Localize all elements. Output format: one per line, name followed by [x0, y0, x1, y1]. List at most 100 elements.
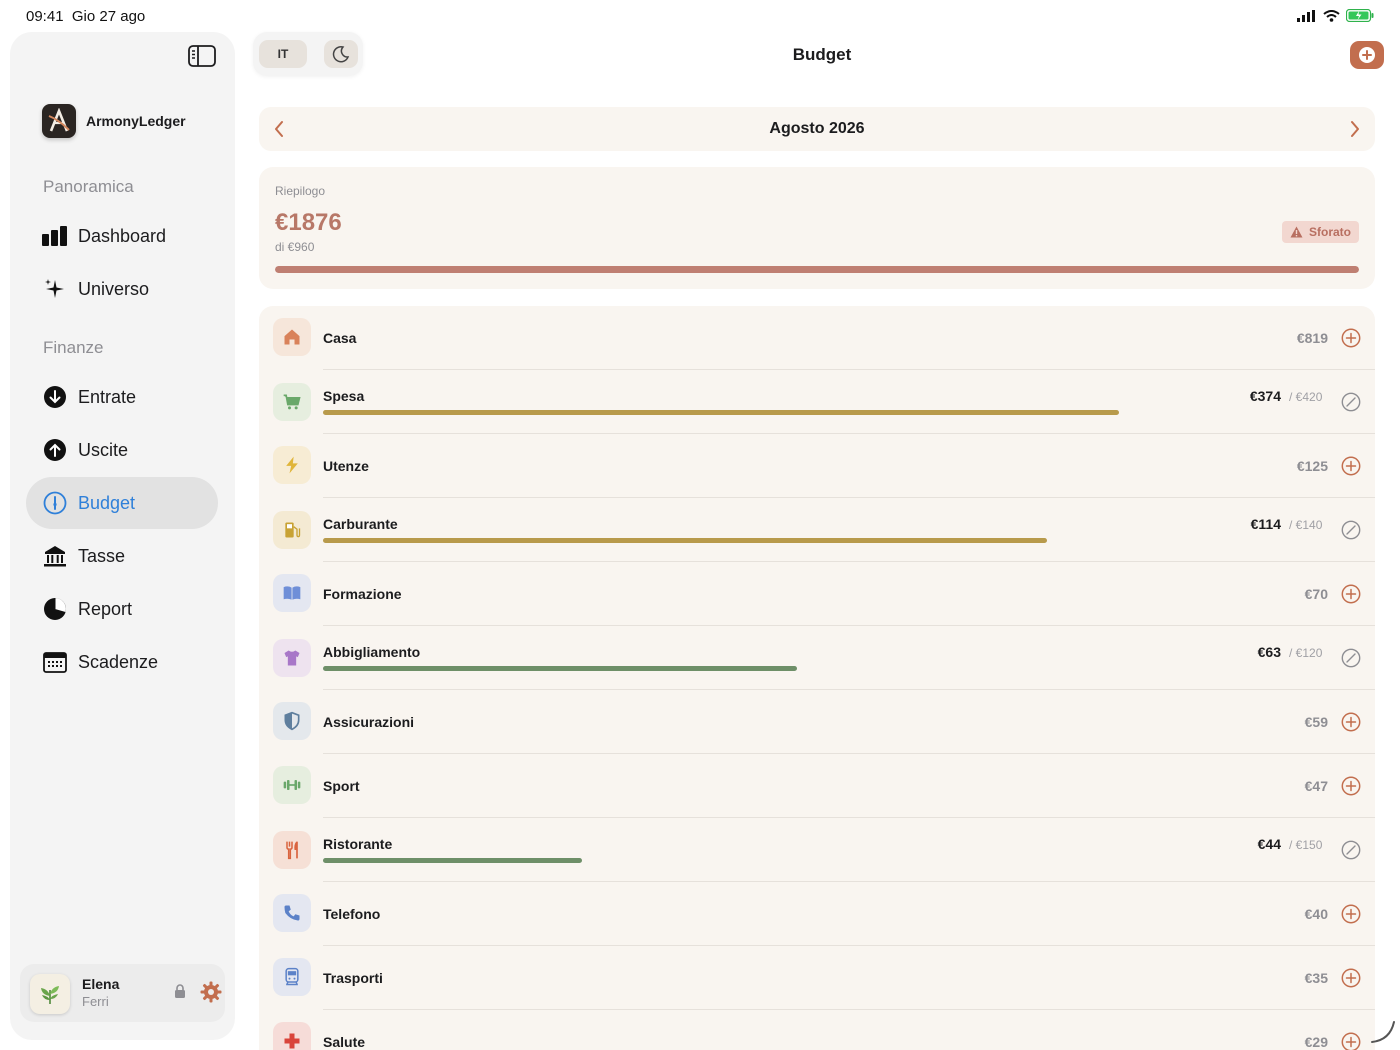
add-budget-button[interactable] [1341, 712, 1361, 732]
category-amount: €59 [1304, 714, 1328, 730]
sidebar-item-report[interactable]: Report [26, 583, 218, 635]
category-limit: / €150 [1289, 838, 1323, 852]
category-row-abbigliamento[interactable]: Abbigliamento €63 / €120 [259, 626, 1375, 690]
add-budget-button[interactable] [1341, 456, 1361, 476]
category-name: Formazione [323, 586, 402, 602]
category-amount: €47 [1304, 778, 1328, 794]
category-icon [273, 511, 311, 549]
fork-knife-icon [286, 841, 298, 860]
month-label: Agosto 2026 [769, 120, 865, 137]
edit-budget-button[interactable] [1341, 392, 1361, 412]
category-row-utenze[interactable]: Utenze €125 [259, 434, 1375, 498]
category-row-assicurazioni[interactable]: Assicurazioni €59 [259, 690, 1375, 754]
category-amount: €819 [1296, 330, 1328, 346]
arrow-down-circle-icon [42, 384, 68, 410]
summary-budget-total: di €960 [275, 240, 315, 254]
sidebar-item-entrate[interactable]: Entrate [26, 371, 218, 423]
sidebar-item-label: Universo [78, 278, 150, 299]
sidebar-item-tasse[interactable]: Tasse [26, 530, 218, 582]
add-budget-button[interactable] [1341, 1032, 1361, 1050]
phone-icon [284, 905, 300, 921]
sidebar-item-scadenze[interactable]: Scadenze [26, 636, 218, 688]
category-amount: €125 [1296, 458, 1328, 474]
category-row-ristorante[interactable]: Ristorante €44 / €150 [259, 818, 1375, 882]
sidebar-item-budget[interactable]: Budget [26, 477, 218, 529]
category-progress-bar [323, 858, 1217, 863]
category-row-formazione[interactable]: Formazione €70 [259, 562, 1375, 626]
add-budget-button[interactable] [1341, 968, 1361, 988]
category-row-trasporti[interactable]: Trasporti €35 [259, 946, 1375, 1010]
category-progress-fill [323, 666, 797, 671]
category-icon [273, 894, 311, 932]
resize-handle-icon[interactable] [1370, 1018, 1396, 1044]
category-name: Telefono [323, 906, 381, 922]
sidebar-item-label: Dashboard [78, 225, 167, 246]
category-row-casa[interactable]: Casa €819 [259, 306, 1375, 370]
add-budget-button[interactable] [1341, 584, 1361, 604]
add-button[interactable] [1350, 41, 1384, 69]
category-limit: / €140 [1289, 518, 1323, 532]
status-icons [1297, 9, 1374, 22]
category-list: Casa €819 Spesa €374 / €420 Utenze €125 Carb… [259, 306, 1375, 1050]
app-name: ArmonyLedger [86, 113, 186, 129]
edit-budget-button[interactable] [1341, 840, 1361, 860]
category-name: Spesa [323, 388, 365, 404]
category-progress-bar [323, 666, 1217, 671]
add-budget-button[interactable] [1341, 904, 1361, 924]
category-name: Trasporti [323, 970, 383, 986]
category-row-salute[interactable]: Salute €29 [259, 1010, 1375, 1050]
add-budget-button[interactable] [1341, 328, 1361, 348]
category-row-spesa[interactable]: Spesa €374 / €420 [259, 370, 1375, 434]
status-badge-label: Sforato [1309, 225, 1351, 239]
warning-icon [1290, 226, 1303, 238]
cart-icon [283, 394, 301, 410]
sparkles-icon [42, 276, 68, 302]
category-progress-bar [323, 538, 1217, 543]
leaf-icon [41, 986, 59, 1004]
pie-chart-icon [42, 596, 68, 622]
category-icon [273, 446, 311, 484]
category-spent: €114 [1250, 516, 1281, 532]
category-row-carburante[interactable]: Carburante €114 / €140 [259, 498, 1375, 562]
category-icon [273, 766, 311, 804]
category-progress-fill [323, 858, 583, 863]
summary-card: Riepilogo €1876 di €960 Sforato [259, 167, 1375, 289]
cross-icon [284, 1033, 300, 1049]
category-amount: €29 [1304, 1034, 1328, 1050]
edit-budget-button[interactable] [1341, 648, 1361, 668]
house-icon [284, 329, 300, 345]
sidebar-item-universo[interactable]: Universo [26, 263, 218, 315]
sidebar-toggle-icon[interactable] [188, 45, 216, 67]
sidebar-item-uscite[interactable]: Uscite [26, 424, 218, 476]
category-name: Assicurazioni [323, 714, 415, 730]
lock-icon[interactable] [174, 984, 186, 998]
language-button[interactable]: IT [259, 40, 307, 68]
theme-toggle-button[interactable] [324, 40, 358, 68]
sidebar-item-dashboard[interactable]: Dashboard [26, 210, 218, 262]
category-amount: €70 [1304, 586, 1328, 602]
chevron-right-icon[interactable] [1349, 120, 1361, 138]
category-name: Salute [323, 1034, 366, 1050]
gauge-icon [42, 490, 68, 516]
category-name: Ristorante [323, 836, 393, 852]
gear-icon[interactable] [200, 981, 222, 1003]
section-label-panoramica: Panoramica [43, 177, 134, 196]
shield-icon [284, 711, 300, 731]
add-budget-button[interactable] [1341, 776, 1361, 796]
user-card[interactable]: Elena Ferri [20, 964, 225, 1022]
category-progress-fill [323, 538, 1048, 543]
calendar-icon [42, 649, 68, 675]
category-icon [273, 574, 311, 612]
category-row-telefono[interactable]: Telefono €40 [259, 882, 1375, 946]
category-row-sport[interactable]: Sport €47 [259, 754, 1375, 818]
category-icon [273, 383, 311, 421]
category-name: Casa [323, 330, 357, 346]
section-label-finanze: Finanze [43, 338, 104, 357]
category-limit: / €420 [1289, 390, 1323, 404]
category-progress-fill [323, 410, 1119, 415]
avatar [30, 974, 70, 1014]
status-badge: Sforato [1282, 221, 1359, 243]
bank-icon [42, 543, 68, 569]
summary-title: Riepilogo [275, 184, 326, 198]
edit-budget-button[interactable] [1341, 520, 1361, 540]
